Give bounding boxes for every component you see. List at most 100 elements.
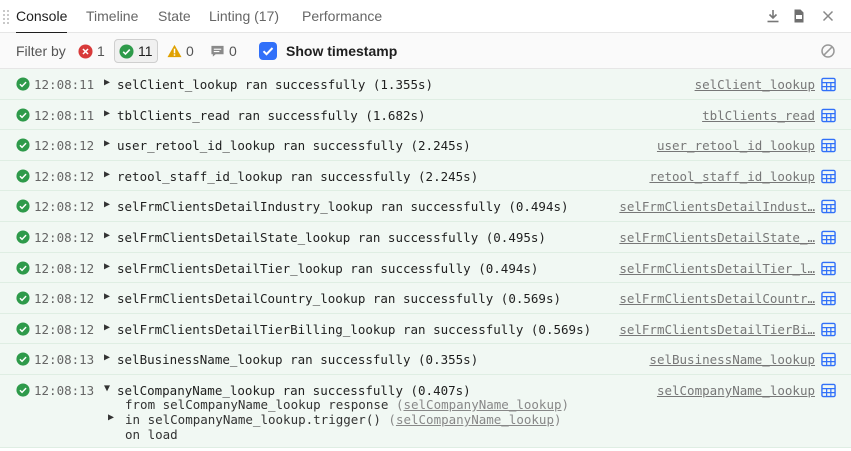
tab-console[interactable]: Console (16, 0, 68, 34)
filter-success-button[interactable]: 11 (114, 39, 158, 63)
log-message: selBusinessName_lookup ran successfully … (117, 352, 479, 368)
success-icon (16, 322, 30, 336)
log-entry[interactable]: 12:08:12 ▶ selFrmClientsDetailState_look… (0, 221, 851, 253)
log-timestamp: 12:08:12 (34, 138, 95, 154)
log-entry[interactable]: 12:08:13 ▼ selCompanyName_lookup ran suc… (0, 374, 851, 448)
log-timestamp: 12:08:12 (34, 199, 95, 215)
expand-caret-icon[interactable]: ▶ (104, 169, 110, 180)
log-entry[interactable]: 12:08:12 ▶ selFrmClientsDetailTierBillin… (0, 313, 851, 345)
expand-caret-icon[interactable]: ▶ (104, 352, 110, 363)
log-entry[interactable]: 12:08:12 ▶ selFrmClientsDetailTier_looku… (0, 252, 851, 284)
table-icon[interactable] (821, 261, 836, 276)
table-icon[interactable] (821, 199, 836, 214)
table-icon[interactable] (821, 322, 836, 337)
log-entry[interactable]: 12:08:11 ▶ selClient_lookup ran successf… (0, 69, 851, 100)
devtools-tabbar: Console Timeline State Linting (17) Perf… (0, 0, 851, 34)
log-entry[interactable]: 12:08:11 ▶ tblClients_read ran successfu… (0, 99, 851, 131)
success-icon (16, 108, 30, 122)
log-source-link[interactable]: selFrmClientsDetailState_… (619, 230, 815, 245)
success-icon (16, 77, 30, 91)
table-icon[interactable] (821, 169, 836, 184)
log-entry[interactable]: 12:08:12 ▶ selFrmClientsDetailIndustry_l… (0, 191, 851, 222)
table-icon[interactable] (821, 77, 836, 92)
expand-caret-icon[interactable]: ▶ (104, 138, 110, 149)
close-icon[interactable] (819, 7, 837, 25)
download-icon[interactable] (764, 7, 782, 25)
console-log-list: 12:08:11 ▶ selClient_lookup ran successf… (0, 69, 851, 448)
log-message: selFrmClientsDetailTierBilling_lookup ra… (117, 321, 592, 337)
log-source-link[interactable]: retool_staff_id_lookup (649, 169, 815, 184)
log-source-link[interactable]: selFrmClientsDetailCountr… (619, 291, 815, 306)
log-source-link[interactable]: selBusinessName_lookup (649, 352, 815, 367)
success-count: 11 (138, 43, 153, 59)
table-icon[interactable] (821, 230, 836, 245)
filter-errors-button[interactable]: 1 (74, 39, 109, 63)
error-count: 1 (97, 43, 105, 59)
log-source-link[interactable]: selFrmClientsDetailTier_l… (619, 261, 815, 276)
show-timestamp-checkbox[interactable] (259, 42, 277, 60)
expand-caret-icon[interactable]: ▶ (104, 261, 110, 272)
log-source-link[interactable]: selFrmClientsDetailTierBi… (619, 322, 815, 337)
pdf-icon[interactable] (790, 7, 808, 25)
expand-caret-icon[interactable]: ▶ (104, 199, 110, 210)
expand-caret-icon[interactable]: ▶ (104, 77, 110, 88)
log-entry[interactable]: 12:08:12 ▶ user_retool_id_lookup ran suc… (0, 130, 851, 161)
tab-state[interactable]: State (158, 0, 191, 33)
log-timestamp: 12:08:11 (34, 77, 95, 92)
log-message: selCompanyName_lookup ran successfully (… (117, 382, 471, 398)
log-entry[interactable]: 12:08:12 ▶ retool_staff_id_lookup ran su… (0, 160, 851, 192)
table-icon[interactable] (821, 138, 836, 153)
log-timestamp: 12:08:12 (34, 168, 95, 184)
log-timestamp: 12:08:12 (34, 321, 95, 337)
expand-caret-icon[interactable]: ▼ (104, 383, 110, 394)
tab-timeline[interactable]: Timeline (86, 0, 138, 33)
log-source-link[interactable]: tblClients_read (702, 108, 815, 123)
success-icon (16, 352, 30, 366)
log-source-link[interactable]: user_retool_id_lookup (657, 138, 815, 153)
table-icon[interactable] (821, 108, 836, 123)
log-entry[interactable]: 12:08:12 ▶ selFrmClientsDetailCountry_lo… (0, 283, 851, 314)
detail-in-caret-icon[interactable]: ▶ (108, 412, 114, 423)
expand-caret-icon[interactable]: ▶ (104, 108, 110, 119)
detail-from-link[interactable]: selCompanyName_lookup (403, 397, 561, 412)
success-icon (16, 230, 30, 244)
table-icon[interactable] (821, 291, 836, 306)
filter-warnings-button[interactable]: 0 (163, 39, 198, 63)
detail-from-text: from selCompanyName_lookup response (125, 396, 389, 412)
error-icon (78, 43, 93, 59)
warning-icon (167, 44, 182, 58)
log-message: selFrmClientsDetailCountry_lookup ran su… (117, 291, 562, 307)
tab-performance[interactable]: Performance (302, 0, 382, 33)
filter-label: Filter by (16, 43, 66, 59)
checkmark-icon (262, 47, 274, 56)
log-source-link[interactable]: selFrmClientsDetailIndust… (619, 199, 815, 214)
expand-caret-icon[interactable]: ▶ (104, 291, 110, 302)
expand-caret-icon[interactable]: ▶ (104, 322, 110, 333)
log-timestamp: 12:08:12 (34, 291, 95, 307)
detail-on-line: on load (125, 426, 178, 442)
clear-console-icon[interactable] (820, 43, 836, 59)
filter-bar: Filter by 1 11 0 0 Show timestamp (0, 33, 851, 69)
drag-handle-icon[interactable] (3, 10, 9, 24)
log-timestamp: 12:08:12 (34, 260, 95, 276)
tab-linting[interactable]: Linting (17) (209, 0, 279, 33)
table-icon[interactable] (821, 352, 836, 367)
expand-caret-icon[interactable]: ▶ (104, 230, 110, 241)
detail-in-line: in selCompanyName_lookup.trigger() (selC… (125, 411, 562, 427)
log-source-link[interactable]: selClient_lookup (695, 77, 815, 92)
success-icon (16, 383, 30, 397)
log-message: selFrmClientsDetailState_lookup ran succ… (117, 229, 546, 245)
detail-in-link[interactable]: selCompanyName_lookup (396, 412, 554, 427)
log-message: retool_staff_id_lookup ran successfully … (117, 168, 479, 184)
table-icon[interactable] (821, 383, 836, 398)
log-entry[interactable]: 12:08:13 ▶ selBusinessName_lookup ran su… (0, 344, 851, 375)
success-icon (16, 291, 30, 305)
success-icon (119, 43, 134, 59)
success-icon (16, 199, 30, 213)
show-timestamp-label[interactable]: Show timestamp (286, 43, 397, 59)
log-source-link[interactable]: selCompanyName_lookup (657, 383, 815, 398)
success-icon (16, 169, 30, 183)
filter-messages-button[interactable]: 0 (206, 39, 241, 63)
success-icon (16, 138, 30, 152)
message-count: 0 (229, 43, 237, 59)
